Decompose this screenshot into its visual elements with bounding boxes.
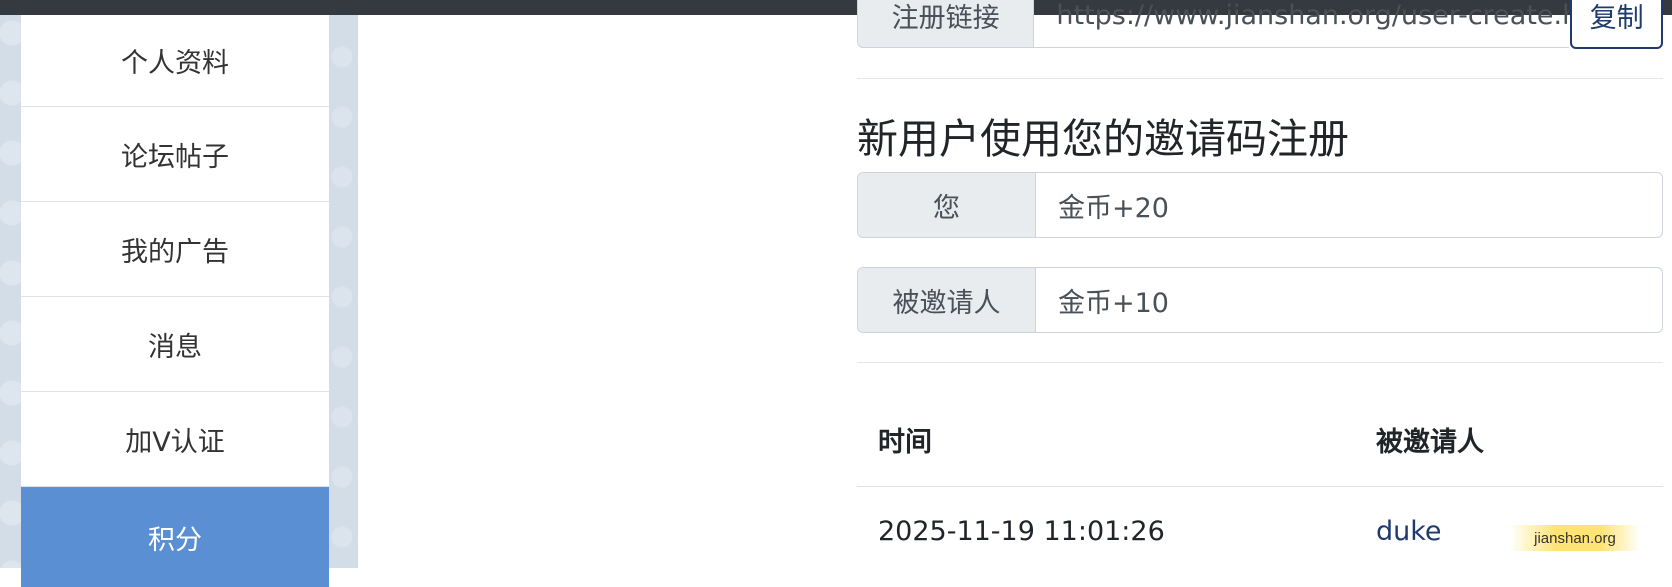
table-cell-invitee-link[interactable]: duke (1376, 516, 1442, 547)
reward-you-group: 您 金币+20 (857, 172, 1663, 238)
sidebar-item-messages[interactable]: 消息 (21, 297, 329, 392)
sidebar-item-profile[interactable]: 个人资料 (21, 15, 329, 107)
reward-invitee-group: 被邀请人 金币+10 (857, 267, 1663, 333)
divider (857, 362, 1663, 363)
reward-invitee-value: 金币+10 (1058, 287, 1169, 319)
copy-button[interactable]: 复制 (1570, 0, 1663, 49)
sidebar-item-forum-posts[interactable]: 论坛帖子 (21, 107, 329, 202)
reward-you-label: 您 (858, 173, 1036, 237)
invite-section-title: 新用户使用您的邀请码注册 (857, 115, 1349, 163)
sidebar-item-my-ads[interactable]: 我的广告 (21, 202, 329, 297)
sidebar-item-points[interactable]: 积分 (21, 487, 329, 587)
table-cell-time: 2025-11-19 11:01:26 (878, 516, 1165, 547)
register-link-input[interactable]: https://www.jianshan.org/user-create.h (1034, 0, 1570, 48)
reward-invitee-label: 被邀请人 (858, 268, 1036, 332)
table-header-invitee: 被邀请人 (1376, 427, 1484, 458)
sidebar-item-verification[interactable]: 加V认证 (21, 392, 329, 487)
reward-you-value: 金币+20 (1058, 192, 1169, 224)
divider (857, 78, 1663, 79)
table-header-time: 时间 (878, 427, 932, 458)
register-link-label: 注册链接 (857, 0, 1035, 48)
table-row-divider (857, 486, 1663, 487)
sidebar: 个人资料 论坛帖子 我的广告 消息 加V认证 积分 (21, 15, 329, 587)
watermark: jianshan.org (1510, 525, 1640, 551)
register-link-group: 注册链接 https://www.jianshan.org/user-creat… (857, 0, 1663, 49)
